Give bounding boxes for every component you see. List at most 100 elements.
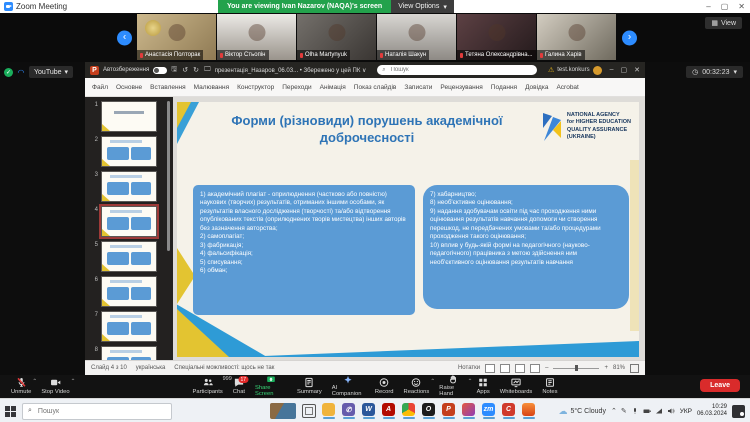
ribbon-tab[interactable]: Acrobat: [556, 84, 578, 91]
reactions-button[interactable]: Reactions⌃: [399, 375, 435, 398]
ai-companion-button[interactable]: AI Companion: [327, 375, 370, 398]
meeting-timer[interactable]: ◷ 00:32:23 ▾: [686, 66, 743, 78]
autosave-toggle[interactable]: [153, 67, 167, 74]
normal-view-icon[interactable]: [485, 364, 495, 373]
zoom-out-button[interactable]: –: [545, 365, 548, 371]
redo-icon[interactable]: ↻: [193, 66, 199, 74]
language-switcher[interactable]: УКР: [680, 408, 692, 415]
stop-video-button[interactable]: Stop Video⌃: [36, 375, 74, 398]
slide-thumbnail[interactable]: 3: [90, 171, 173, 202]
account-chip[interactable]: ⚠ test.konkurs: [548, 66, 602, 75]
whiteboards-button[interactable]: Whiteboards: [495, 375, 538, 398]
participant-tile[interactable]: Галина Харів: [537, 14, 616, 60]
ribbon-tab[interactable]: Вставлення: [150, 84, 186, 91]
share-screen-button[interactable]: Share Screen: [250, 375, 292, 398]
system-tray[interactable]: ⌃ ✎: [611, 407, 675, 415]
participant-tile[interactable]: Анастасія Полторак: [137, 14, 216, 60]
unmute-button[interactable]: Unmute⌃: [6, 375, 36, 398]
taskbar-app-icon[interactable]: zm: [482, 403, 495, 419]
slide-textbox-left[interactable]: 1) академічний плагіат - оприлюднення (ч…: [193, 185, 415, 315]
present-icon[interactable]: 🖵: [204, 66, 211, 74]
leave-button[interactable]: Leave: [700, 379, 740, 392]
next-participants-button[interactable]: ›: [622, 30, 637, 45]
slide-textbox-right[interactable]: 7) хабарництво; 8) необ'єктивне оцінюван…: [423, 185, 629, 309]
taskbar-app-icon[interactable]: [402, 403, 415, 419]
close-button[interactable]: ✕: [738, 2, 745, 11]
slide-thumbnail[interactable]: 2: [90, 136, 173, 167]
slide-title[interactable]: Форми (різновиди) порушень академічної д…: [217, 113, 517, 147]
ribbon-tab[interactable]: Рецензування: [440, 84, 482, 91]
taskbar-app-icon[interactable]: [462, 403, 475, 419]
taskbar-search[interactable]: ⌕: [22, 403, 172, 420]
taskbar-app-icon[interactable]: C: [502, 403, 515, 419]
ribbon-tab[interactable]: Довідка: [525, 84, 548, 91]
slide-thumbnail[interactable]: 4: [90, 206, 173, 237]
save-icon[interactable]: 🖫: [171, 65, 177, 76]
taskbar-search-input[interactable]: [36, 407, 166, 416]
notification-center-icon[interactable]: [732, 405, 745, 418]
raise-hand-button[interactable]: Raise Hand⌃: [434, 375, 471, 398]
minimize-button[interactable]: –: [706, 2, 710, 11]
taskbar-app-icon[interactable]: [322, 403, 335, 419]
reading-view-icon[interactable]: [515, 364, 525, 373]
slide-sorter-icon[interactable]: [500, 364, 510, 373]
ribbon-tab[interactable]: Конструктор: [237, 84, 274, 91]
participant-tile[interactable]: Віктор Стьопін: [217, 14, 296, 60]
slide-counter[interactable]: Слайд 4 з 10: [91, 365, 127, 371]
chat-button[interactable]: Chat 17: [228, 375, 250, 398]
taskbar-clock[interactable]: 10:29 06.03.2024: [697, 404, 727, 419]
apps-button[interactable]: Apps: [472, 375, 495, 398]
zoom-slider[interactable]: [553, 368, 599, 369]
slideshow-icon[interactable]: [530, 364, 540, 373]
news-widget-thumbnail[interactable]: [270, 403, 296, 419]
language-indicator[interactable]: українська: [136, 365, 166, 371]
hidden-icons-chevron[interactable]: ⌃: [611, 407, 617, 415]
ppt-maximize-button[interactable]: ▢: [621, 66, 628, 74]
slide-thumbnail[interactable]: 1: [90, 101, 173, 132]
taskbar-app-icon[interactable]: W: [362, 403, 375, 419]
fit-to-window-icon[interactable]: [630, 364, 639, 373]
maximize-button[interactable]: ▢: [721, 2, 729, 11]
ribbon-tab[interactable]: Анімація: [320, 84, 346, 91]
weather-widget[interactable]: ☁5°C Cloudy: [558, 407, 605, 416]
ribbon-tab[interactable]: Записати: [404, 84, 432, 91]
slide-thumbnail[interactable]: 7: [90, 311, 173, 342]
taskbar-app-icon[interactable]: ✆: [342, 403, 355, 419]
ribbon-tab[interactable]: Файл: [92, 84, 108, 91]
zoom-level[interactable]: 81%: [613, 365, 625, 371]
task-view-icon[interactable]: [302, 404, 316, 418]
view-options-button[interactable]: View Options▾: [391, 0, 454, 13]
chevron-up-icon[interactable]: ⌃: [71, 379, 76, 385]
participant-tile[interactable]: Наталія Шакун: [377, 14, 456, 60]
thumbnail-scrollbar[interactable]: [167, 101, 170, 251]
taskbar-app-icon[interactable]: [522, 403, 535, 419]
slide-thumbnail[interactable]: 8: [90, 346, 173, 360]
ppt-close-button[interactable]: ✕: [634, 66, 640, 74]
record-button[interactable]: Record: [370, 375, 399, 398]
ribbon-tab[interactable]: Переходи: [282, 84, 311, 91]
ribbon-tab[interactable]: Подання: [491, 84, 517, 91]
slide-thumbnail[interactable]: 6: [90, 276, 173, 307]
notes-button[interactable]: Notes: [537, 375, 562, 398]
view-layout-button[interactable]: ▦View: [705, 17, 742, 29]
powerpoint-search-box[interactable]: ⌕: [377, 65, 537, 75]
taskbar-app-icon[interactable]: P: [442, 403, 455, 419]
taskbar-app-icon[interactable]: O: [422, 403, 435, 419]
ribbon-tab[interactable]: Показ слайдів: [354, 84, 397, 91]
zoom-in-button[interactable]: +: [604, 365, 608, 371]
summary-button[interactable]: Summary: [292, 375, 327, 398]
ppt-minimize-button[interactable]: –: [610, 66, 614, 74]
search-input[interactable]: [389, 66, 533, 74]
notes-toggle[interactable]: Нотатки: [458, 365, 480, 371]
document-title[interactable]: презентація_Назаров_06.03... • Збережено…: [215, 67, 367, 74]
participants-button[interactable]: Participants 999: [188, 375, 228, 398]
participant-tile[interactable]: Olha Martynyuk: [297, 14, 376, 60]
participant-tile[interactable]: Тетяна Олександрівна...: [457, 14, 536, 60]
taskbar-app-icon[interactable]: A: [382, 403, 395, 419]
ribbon-tab[interactable]: Малювання: [194, 84, 229, 91]
livestream-service-button[interactable]: YouTube▾: [29, 66, 73, 78]
previous-participants-button[interactable]: ‹: [117, 30, 132, 45]
undo-icon[interactable]: ↺: [182, 66, 188, 74]
slide-thumbnail[interactable]: 5: [90, 241, 173, 272]
accessibility-status[interactable]: Спеціальні можливості: щось не так: [174, 365, 274, 371]
